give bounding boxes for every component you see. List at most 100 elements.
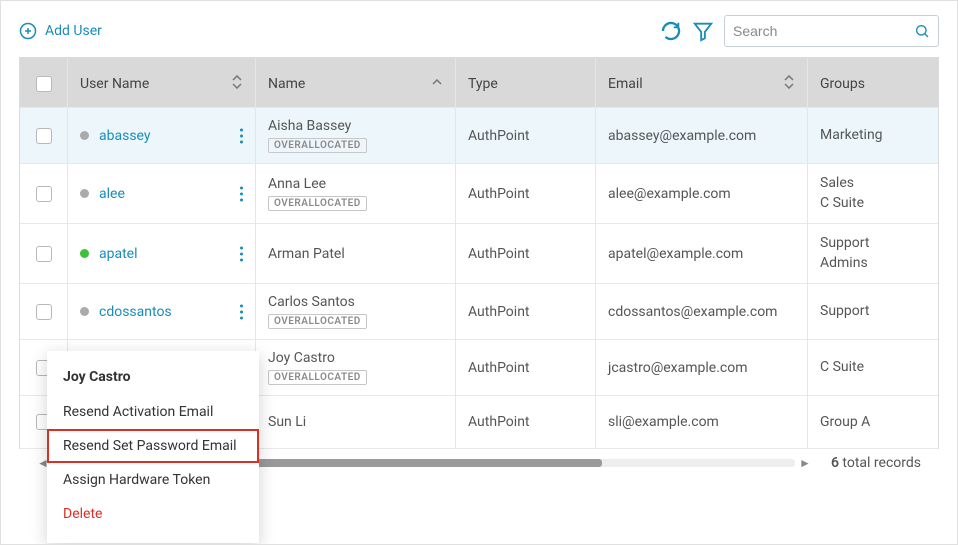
refresh-icon [660,20,682,42]
overallocated-badge: OVERALLOCATED [268,196,367,211]
email-cell: cdossantos@example.com [596,284,808,339]
row-checkbox[interactable] [36,246,52,262]
group-name: Group A [820,413,870,433]
row-checkbox-cell [20,224,68,283]
groups-cell: SalesC Suite [808,164,938,223]
full-name: Arman Patel [268,246,345,262]
search-input[interactable] [733,23,914,39]
overallocated-badge: OVERALLOCATED [268,370,367,385]
context-menu-item[interactable]: Assign Hardware Token [47,463,259,497]
row-context-menu: Joy Castro Resend Activation EmailResend… [47,351,259,543]
row-actions-button[interactable] [236,298,247,325]
table-row: cdossantosCarlos SantosOVERALLOCATEDAuth… [20,284,938,340]
username-link[interactable]: alee [99,186,125,202]
type-cell: AuthPoint [456,224,596,283]
header-groups[interactable]: Groups [808,58,938,110]
row-checkbox[interactable] [36,186,52,202]
type-value: AuthPoint [468,186,530,202]
full-name: Carlos Santos [268,294,355,310]
search-box[interactable] [724,15,939,47]
username-cell: alee [68,164,256,223]
email-value: alee@example.com [608,186,731,202]
record-count-number: 6 [831,455,839,471]
full-name: Anna Lee [268,176,326,192]
select-all-checkbox[interactable] [36,76,52,92]
group-name: Sales [820,174,864,194]
table-row: abasseyAisha BasseyOVERALLOCATEDAuthPoin… [20,108,938,164]
table-row: apatel Arman Patel AuthPoint apatel@example… [20,224,938,284]
status-dot [80,189,89,198]
search-icon [914,22,930,40]
row-checkbox[interactable] [36,304,52,320]
group-name: Support [820,234,869,254]
name-cell: Arman Patel [256,224,456,283]
header-type[interactable]: Type [456,58,596,110]
header-email[interactable]: Email [596,58,808,110]
header-name[interactable]: Name [256,58,456,110]
type-value: AuthPoint [468,304,530,320]
group-name: Support [820,302,869,322]
row-actions-button[interactable] [236,240,247,267]
group-name: Marketing [820,126,883,146]
email-cell: abassey@example.com [596,108,808,163]
email-value: jcastro@example.com [608,360,748,376]
sort-icon [783,75,795,93]
context-menu-item[interactable]: Delete [47,497,259,531]
sort-icon [231,75,243,93]
sort-asc-icon [431,75,443,93]
status-dot [80,249,89,258]
row-actions-button[interactable] [236,180,247,207]
group-name: C Suite [820,358,864,378]
username-link[interactable]: apatel [99,246,138,262]
type-cell: AuthPoint [456,284,596,339]
table-row: alee Anna Lee OVERALLOCATED AuthPoint alee@e… [20,164,938,224]
refresh-button[interactable] [660,20,682,42]
funnel-icon [692,20,714,42]
filter-button[interactable] [692,20,714,42]
username-link[interactable]: cdossantos [99,304,172,320]
header-email-label: Email [608,76,643,92]
header-type-label: Type [468,76,498,92]
add-user-button[interactable]: Add User [19,22,102,40]
email-value: sli@example.com [608,414,719,430]
groups-cell: C Suite [808,340,938,395]
email-value: apatel@example.com [608,246,743,262]
type-cell: AuthPoint [456,340,596,395]
full-name: Aisha Bassey [268,118,351,134]
context-menu-item[interactable]: Resend Activation Email [47,395,259,429]
name-cell: Anna Lee OVERALLOCATED [256,164,456,223]
add-user-label: Add User [45,23,102,39]
group-name: C Suite [820,194,864,214]
context-menu-item[interactable]: Resend Set Password Email [47,429,259,463]
username-link[interactable]: abassey [99,128,151,144]
email-cell: jcastro@example.com [596,340,808,395]
status-dot [80,131,89,140]
groups-cell: Marketing [808,108,938,163]
toolbar: Add User [1,1,957,57]
context-menu-title: Joy Castro [47,363,259,395]
type-value: AuthPoint [468,246,530,262]
email-cell: sli@example.com [596,396,808,448]
record-count-label: total records [839,455,921,471]
email-cell: apatel@example.com [596,224,808,283]
group-name: Admins [820,254,869,274]
scroll-right-arrow[interactable]: ► [799,456,811,470]
full-name: Sun Li [268,414,306,430]
table-header-row: User Name Name Type Email Groups [20,58,938,108]
type-cell: AuthPoint [456,164,596,223]
username-cell: abassey [68,108,256,163]
header-username-label: User Name [80,76,149,92]
row-checkbox[interactable] [36,128,52,144]
row-actions-button[interactable] [236,122,247,149]
header-name-label: Name [268,76,305,92]
type-cell: AuthPoint [456,108,596,163]
name-cell: Joy Castro OVERALLOCATED [256,340,456,395]
groups-cell: Support [808,284,938,339]
username-cell: cdossantos [68,284,256,339]
header-username[interactable]: User Name [68,58,256,110]
name-cell: Sun Li [256,396,456,448]
type-value: AuthPoint [468,128,530,144]
groups-cell: Group A [808,396,938,448]
app-frame: Add User User Name Name [0,0,958,545]
full-name: Joy Castro [268,350,335,366]
